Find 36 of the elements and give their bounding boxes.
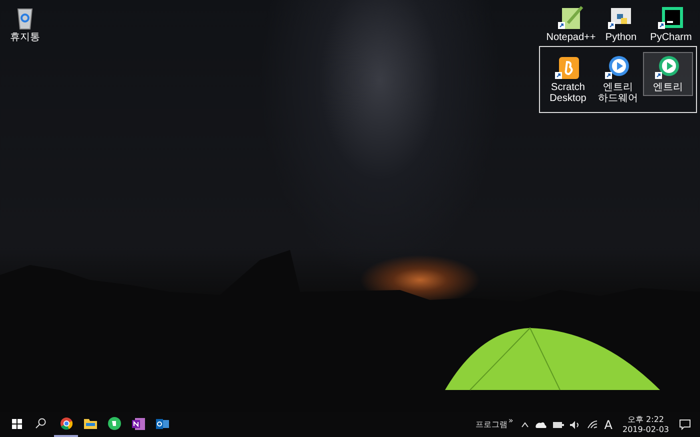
icon-label: Scratch Desktop xyxy=(548,82,588,104)
windows-icon xyxy=(12,418,22,428)
search-icon xyxy=(34,418,46,429)
desktop-icon[interactable]: Notepad++ xyxy=(546,2,596,46)
volume-icon[interactable] xyxy=(570,420,582,428)
battery-icon[interactable] xyxy=(553,420,564,428)
clock[interactable]: 오후 2:22 2019-02-03 xyxy=(622,414,669,434)
input-indicator[interactable]: A xyxy=(604,418,612,432)
icon-label: Notepad++ xyxy=(546,32,596,43)
toolbar-label[interactable]: 프로그램 xyxy=(475,419,508,430)
icon-label: Python xyxy=(605,32,637,43)
onenote-icon xyxy=(132,418,144,430)
desktop-icon[interactable]: PyCharm xyxy=(646,2,696,46)
desktop-icon[interactable]: Python xyxy=(596,2,646,46)
scratch-icon xyxy=(555,55,581,81)
folder-icon xyxy=(84,418,96,429)
clock-date: 2019-02-03 xyxy=(622,424,669,434)
notepad-icon xyxy=(558,5,584,31)
outlook-icon xyxy=(156,418,168,430)
desktop-icon[interactable]: 엔트리 xyxy=(643,52,693,96)
chrome-icon xyxy=(60,417,72,430)
desktop-icon[interactable]: 엔트리 하드웨어 xyxy=(593,52,643,107)
caret-up-icon[interactable] xyxy=(521,422,530,428)
icon-label: 휴지통 xyxy=(10,32,40,43)
desktop-icon[interactable]: Scratch Desktop xyxy=(543,52,593,107)
clock-time: 오후 2:22 xyxy=(627,414,664,424)
icon-label: 엔트리 하드웨어 xyxy=(597,82,639,104)
cloud-icon[interactable] xyxy=(535,420,548,428)
icon-label: PyCharm xyxy=(650,32,692,43)
icon-label: 엔트리 xyxy=(653,82,683,93)
play-icon xyxy=(655,55,681,81)
notification-icon[interactable] xyxy=(679,419,691,430)
desktop-icon[interactable]: 휴지통 xyxy=(0,2,50,46)
play-icon xyxy=(605,55,631,81)
wifi-icon[interactable] xyxy=(587,420,598,429)
toolbar-chevron[interactable]: » xyxy=(508,416,514,425)
